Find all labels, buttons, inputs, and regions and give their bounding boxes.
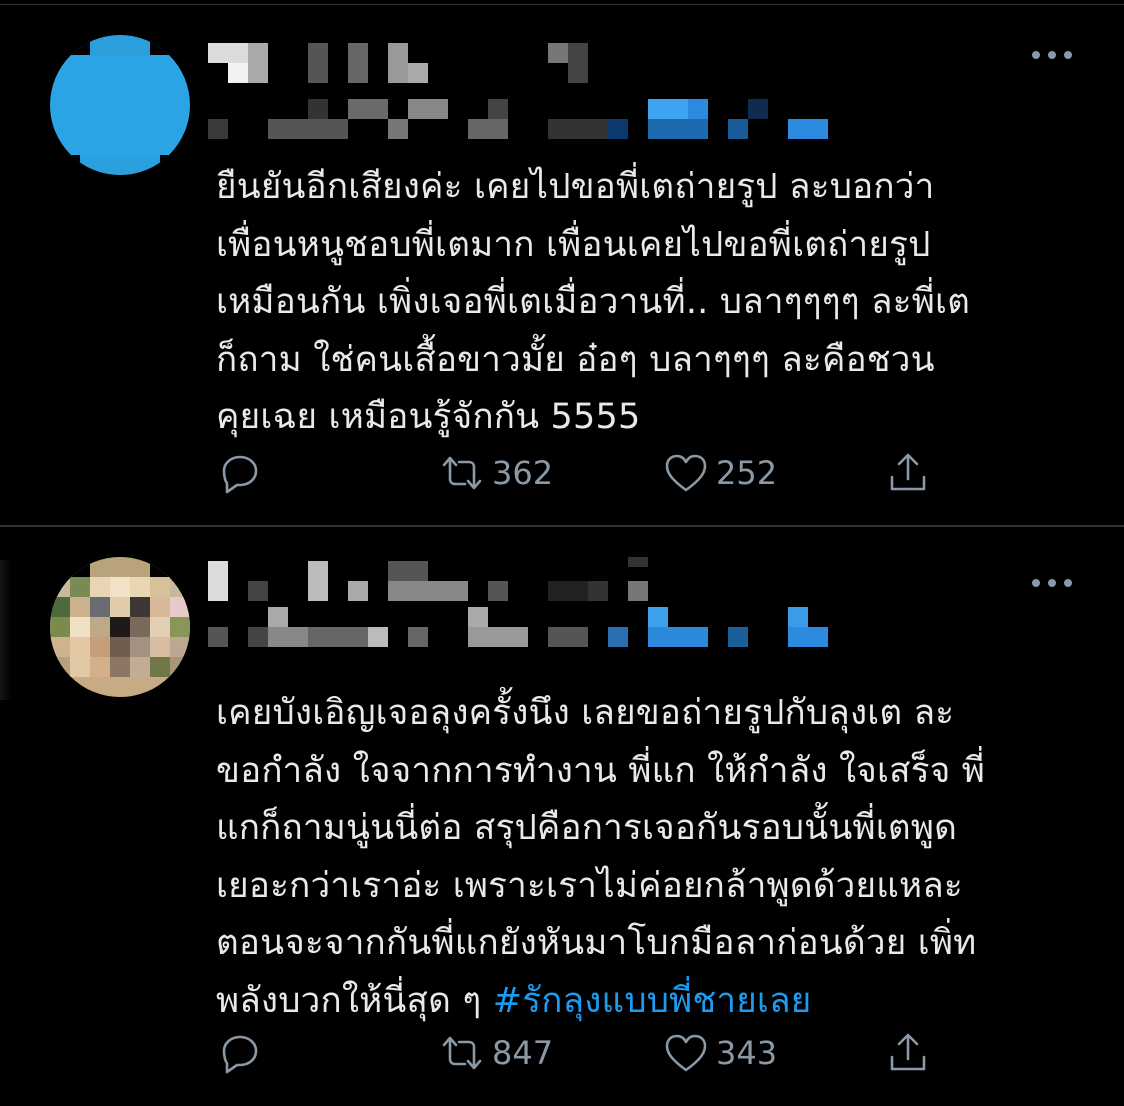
like-button[interactable]: 252 xyxy=(662,448,777,498)
avatar[interactable] xyxy=(50,557,190,697)
tweet-actions: 362 252 xyxy=(216,448,956,498)
tweet-card[interactable]: เคยบังเอิญเจอลุงครั้งนึง เลยขอถ่ายรูปกับ… xyxy=(0,527,1124,1106)
heart-icon xyxy=(665,454,707,492)
retweet-count: 362 xyxy=(492,454,554,492)
author-handle-pixelated[interactable] xyxy=(208,99,848,139)
like-count: 343 xyxy=(716,1034,778,1072)
author-name-pixelated[interactable] xyxy=(208,557,668,601)
reply-button[interactable] xyxy=(216,1028,264,1078)
heart-icon xyxy=(665,1034,707,1072)
share-button[interactable] xyxy=(884,448,932,498)
tweet-text-content: เคยบังเอิญเจอลุงครั้งนึง เลยขอถ่ายรูปกับ… xyxy=(216,693,986,1021)
share-button[interactable] xyxy=(884,1028,932,1078)
share-icon xyxy=(890,453,926,491)
tweet-card[interactable]: ยืนยันอีกเสียงค่ะ เคยไปขอพี่เตถ่ายรูป ละ… xyxy=(0,5,1124,525)
reply-icon xyxy=(222,1035,258,1074)
reply-icon xyxy=(222,455,258,494)
retweet-button[interactable]: 362 xyxy=(438,448,553,498)
share-icon xyxy=(890,1033,926,1071)
tweet-text-content: ยืนยันอีกเสียงค่ะ เคยไปขอพี่เตถ่ายรูป ละ… xyxy=(216,167,971,437)
tweet-text: เคยบังเอิญเจอลุงครั้งนึง เลยขอถ่ายรูปกับ… xyxy=(216,685,1096,1030)
retweet-button[interactable]: 847 xyxy=(438,1028,553,1078)
reply-button[interactable] xyxy=(216,448,264,498)
like-button[interactable]: 343 xyxy=(662,1028,777,1078)
retweet-icon xyxy=(442,1036,482,1070)
retweet-icon xyxy=(442,456,482,490)
retweet-count: 847 xyxy=(492,1034,554,1072)
author-name-pixelated[interactable] xyxy=(208,39,608,83)
more-icon[interactable] xyxy=(1032,49,1072,61)
avatar[interactable] xyxy=(50,35,190,175)
hashtag-link[interactable]: #รักลุงแบบพี่ชายเลย xyxy=(493,981,812,1021)
tweet-actions: 847 343 xyxy=(216,1028,956,1078)
more-icon[interactable] xyxy=(1032,577,1072,589)
tweet-text: ยืนยันอีกเสียงค่ะ เคยไปขอพี่เตถ่ายรูป ละ… xyxy=(216,159,1096,447)
author-handle-pixelated[interactable] xyxy=(208,607,848,647)
like-count: 252 xyxy=(716,454,778,492)
